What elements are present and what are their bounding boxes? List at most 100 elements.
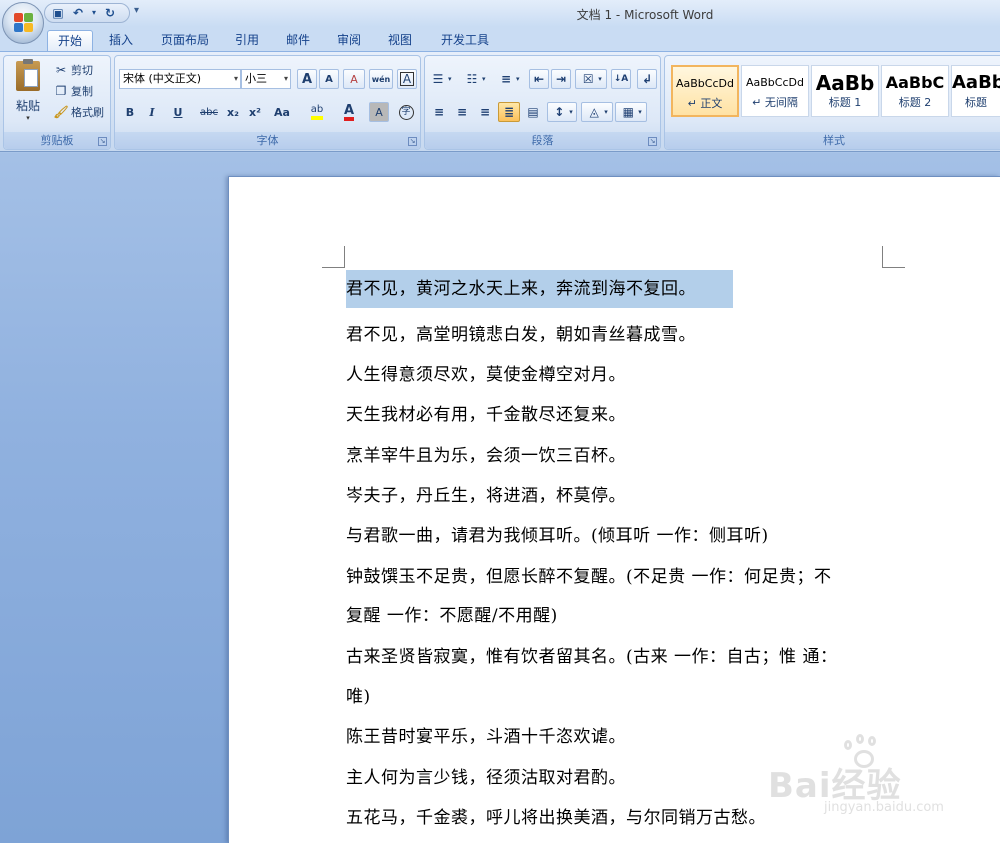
doc-line-7[interactable]: 与君歌一曲，请君为我倾耳听。(倾耳听 一作：侧耳听) — [346, 521, 769, 546]
tab-review[interactable]: 审阅 — [331, 30, 367, 51]
format-painter-icon: 🖌 — [53, 105, 69, 119]
redo-icon[interactable]: ↻ — [103, 6, 117, 20]
style-no-spacing[interactable]: AaBbCcDd ↵ 无间隔 — [741, 65, 809, 117]
phonetic-guide-icon: wén — [371, 74, 391, 84]
font-name-dropdown-icon[interactable]: ▾ — [234, 70, 238, 88]
clipboard-dialog-launcher[interactable]: ↘ — [98, 137, 107, 146]
title-bar: 文档 1 - Microsoft Word — [0, 0, 1000, 27]
italic-button[interactable]: I — [143, 102, 161, 122]
font-size-dropdown-icon[interactable]: ▾ — [284, 70, 288, 88]
tab-page-layout[interactable]: 页面布局 — [155, 30, 215, 51]
style-normal-label: ↵ 正文 — [687, 97, 723, 110]
show-marks-button[interactable]: ↲ — [637, 69, 657, 89]
bullets-button[interactable]: ☰ ▾ — [429, 69, 461, 89]
doc-line-1-selected[interactable]: 君不见，黄河之水天上来，奔流到海不复回。 — [346, 270, 733, 308]
distributed-button[interactable]: ▤ — [523, 102, 543, 122]
undo-dropdown-icon[interactable]: ▾ — [91, 6, 97, 20]
align-left-button[interactable]: ≡ — [429, 102, 449, 122]
align-center-button[interactable]: ≡ — [452, 102, 472, 122]
doc-line-13[interactable]: 主人何为言少钱，径须沽取对君酌。 — [346, 763, 626, 788]
style-heading-2[interactable]: AaBbC 标题 2 — [881, 65, 949, 117]
decrease-indent-button[interactable]: ⇤ — [529, 69, 549, 89]
copy-button[interactable]: ❐ 复制 — [52, 81, 94, 101]
strikethrough-button[interactable]: abc — [197, 102, 221, 122]
multilevel-list-button[interactable]: ≡ ▾ — [497, 69, 529, 89]
numbering-button[interactable]: ☷ ▾ — [463, 69, 495, 89]
style-no-spacing-sample: AaBbCcDd — [746, 76, 804, 89]
font-group: 宋体 (中文正文) ▾ 小三 ▾ A A A wén A B I U abc x… — [114, 55, 421, 150]
enclose-characters-button[interactable]: 字 — [395, 102, 417, 122]
clear-formatting-button[interactable]: A — [343, 69, 365, 89]
tab-references[interactable]: 引用 — [229, 30, 265, 51]
doc-line-8[interactable]: 钟鼓馔玉不足贵，但愿长醉不复醒。(不足贵 一作：何足贵；不 — [346, 562, 832, 587]
line-spacing-button[interactable]: ↕ ▾ — [547, 102, 577, 122]
format-painter-button[interactable]: 🖌 格式刷 — [52, 102, 105, 122]
doc-line-9[interactable]: 复醒 一作：不愿醒/不用醒) — [346, 601, 558, 626]
sort-button[interactable]: ↓A — [611, 69, 631, 89]
tab-mailings[interactable]: 邮件 — [280, 30, 316, 51]
increase-indent-icon: ⇥ — [555, 72, 567, 86]
tab-home[interactable]: 开始 — [47, 30, 93, 51]
doc-line-6[interactable]: 岑夫子，丹丘生，将进酒，杯莫停。 — [346, 481, 626, 506]
asian-layout-button[interactable]: ☒ ▾ — [575, 69, 607, 89]
shading-button[interactable]: ◬ ▾ — [581, 102, 613, 122]
undo-icon[interactable]: ↶ — [71, 6, 85, 20]
underline-button[interactable]: U — [165, 102, 191, 122]
font-color-button[interactable]: A — [335, 102, 363, 122]
customize-qat-icon[interactable]: ▾ — [134, 5, 139, 16]
crop-mark-top-left — [322, 246, 345, 268]
phonetic-guide-button[interactable]: wén — [369, 69, 393, 89]
style-heading-1[interactable]: AaBb 标题 1 — [811, 65, 879, 117]
paste-button[interactable]: 粘贴 ▾ — [10, 59, 46, 129]
paste-dropdown-icon[interactable]: ▾ — [10, 114, 46, 122]
office-logo-icon — [14, 13, 34, 33]
doc-line-2[interactable]: 君不见，高堂明镜悲白发，朝如青丝暮成雪。 — [346, 320, 696, 345]
style-normal[interactable]: AaBbCcDd ↵ 正文 — [671, 65, 739, 117]
justify-button[interactable]: ≣ — [498, 102, 520, 122]
style-no-spacing-label: ↵ 无间隔 — [752, 96, 798, 109]
shrink-font-button[interactable]: A — [319, 69, 339, 89]
tab-developer[interactable]: 开发工具 — [434, 30, 496, 51]
asian-layout-icon: ☒ — [582, 72, 594, 86]
multilevel-list-icon: ≡ — [500, 72, 512, 86]
cut-button[interactable]: ✂ 剪切 — [52, 60, 94, 80]
doc-line-5[interactable]: 烹羊宰牛且为乐，会须一饮三百杯。 — [346, 441, 626, 466]
borders-button[interactable]: ▦ ▾ — [615, 102, 647, 122]
style-heading-2-sample: AaBbC — [885, 73, 945, 92]
superscript-button[interactable]: x² — [245, 102, 265, 122]
grow-font-button[interactable]: A — [297, 69, 317, 89]
doc-line-3[interactable]: 人生得意须尽欢，莫使金樽空对月。 — [346, 360, 626, 385]
change-case-button[interactable]: Aa — [269, 102, 295, 122]
paragraph-dialog-launcher[interactable]: ↘ — [648, 137, 657, 146]
doc-line-14[interactable]: 五花马，千金裘，呼儿将出换美酒，与尔同销万古愁。 — [346, 803, 766, 828]
save-icon[interactable]: ▣ — [51, 6, 65, 20]
ribbon-tabs: 开始 插入 页面布局 引用 邮件 审阅 视图 开发工具 — [0, 27, 1000, 51]
quick-access-toolbar: ▣ ↶ ▾ ↻ — [44, 3, 130, 23]
tab-view[interactable]: 视图 — [382, 30, 418, 51]
copy-icon: ❐ — [55, 84, 67, 98]
tab-insert[interactable]: 插入 — [103, 30, 139, 51]
text-highlight-button[interactable]: ab — [303, 102, 331, 122]
doc-line-4[interactable]: 天生我材必有用，千金散尽还复来。 — [346, 400, 626, 425]
increase-indent-button[interactable]: ⇥ — [551, 69, 571, 89]
font-name-combo[interactable]: 宋体 (中文正文) ▾ — [119, 69, 241, 89]
character-border-icon: A — [399, 72, 415, 86]
enclose-characters-icon: 字 — [398, 104, 414, 120]
align-right-button[interactable]: ≡ — [475, 102, 495, 122]
doc-line-10[interactable]: 古来圣贤皆寂寞，惟有饮者留其名。(古来 一作：自古；惟 通： — [346, 642, 837, 667]
character-shading-button[interactable]: A — [369, 102, 389, 122]
window-title: 文档 1 - Microsoft Word — [576, 8, 714, 22]
doc-line-11[interactable]: 唯) — [346, 682, 371, 707]
subscript-button[interactable]: x₂ — [223, 102, 243, 122]
align-left-icon: ≡ — [433, 105, 445, 119]
font-dialog-launcher[interactable]: ↘ — [408, 137, 417, 146]
doc-line-12[interactable]: 陈王昔时宴平乐，斗酒十千恣欢谑。 — [346, 722, 626, 747]
bold-button[interactable]: B — [121, 102, 139, 122]
font-size-combo[interactable]: 小三 ▾ — [241, 69, 291, 89]
paste-label: 粘贴 — [15, 99, 40, 113]
style-title[interactable]: AaBb 标题 — [951, 65, 1000, 117]
paste-icon — [16, 59, 40, 91]
character-border-button[interactable]: A — [397, 69, 417, 89]
office-button[interactable] — [2, 2, 44, 44]
style-heading-1-sample: AaBb — [815, 72, 875, 94]
